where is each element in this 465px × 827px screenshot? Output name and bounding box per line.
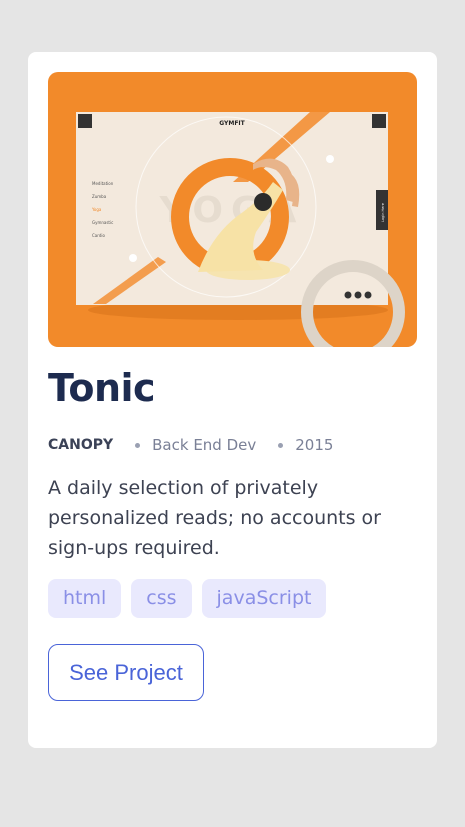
project-title: Tonic [48, 366, 156, 410]
preview-menu-item: Meditation [92, 181, 114, 186]
project-preview-image: GYMFIT Meditation Zumba Yoga Gymnastic C… [48, 72, 417, 347]
preview-logo: GYMFIT [219, 120, 245, 127]
preview-menu-item: Zumba [92, 194, 107, 199]
role: Back End Dev [152, 436, 257, 454]
tag-javascript: javaScript [201, 579, 327, 618]
tag-html: html [48, 579, 122, 618]
preview-menu-item: Yoga [91, 207, 102, 212]
preview-menu-item: Gymnastic [92, 220, 113, 225]
project-meta: CANOPY Back End Dev 2015 [48, 436, 333, 454]
separator-dot [278, 442, 284, 448]
preview-side-tab: Login Here [381, 203, 385, 222]
project-description: A daily selection of privately personali… [48, 477, 381, 559]
see-project-button[interactable]: See Project [48, 644, 204, 701]
tag-list: html css javaScript [48, 579, 327, 618]
separator-dot [135, 442, 141, 448]
company-name: CANOPY [48, 437, 114, 453]
preview-menu-item: Cardio [92, 233, 105, 238]
project-card: GYMFIT Meditation Zumba Yoga Gymnastic C… [28, 52, 437, 748]
year: 2015 [295, 436, 334, 454]
yoga-site-mockup: GYMFIT Meditation Zumba Yoga Gymnastic C… [76, 112, 405, 347]
tag-css: css [131, 579, 192, 618]
